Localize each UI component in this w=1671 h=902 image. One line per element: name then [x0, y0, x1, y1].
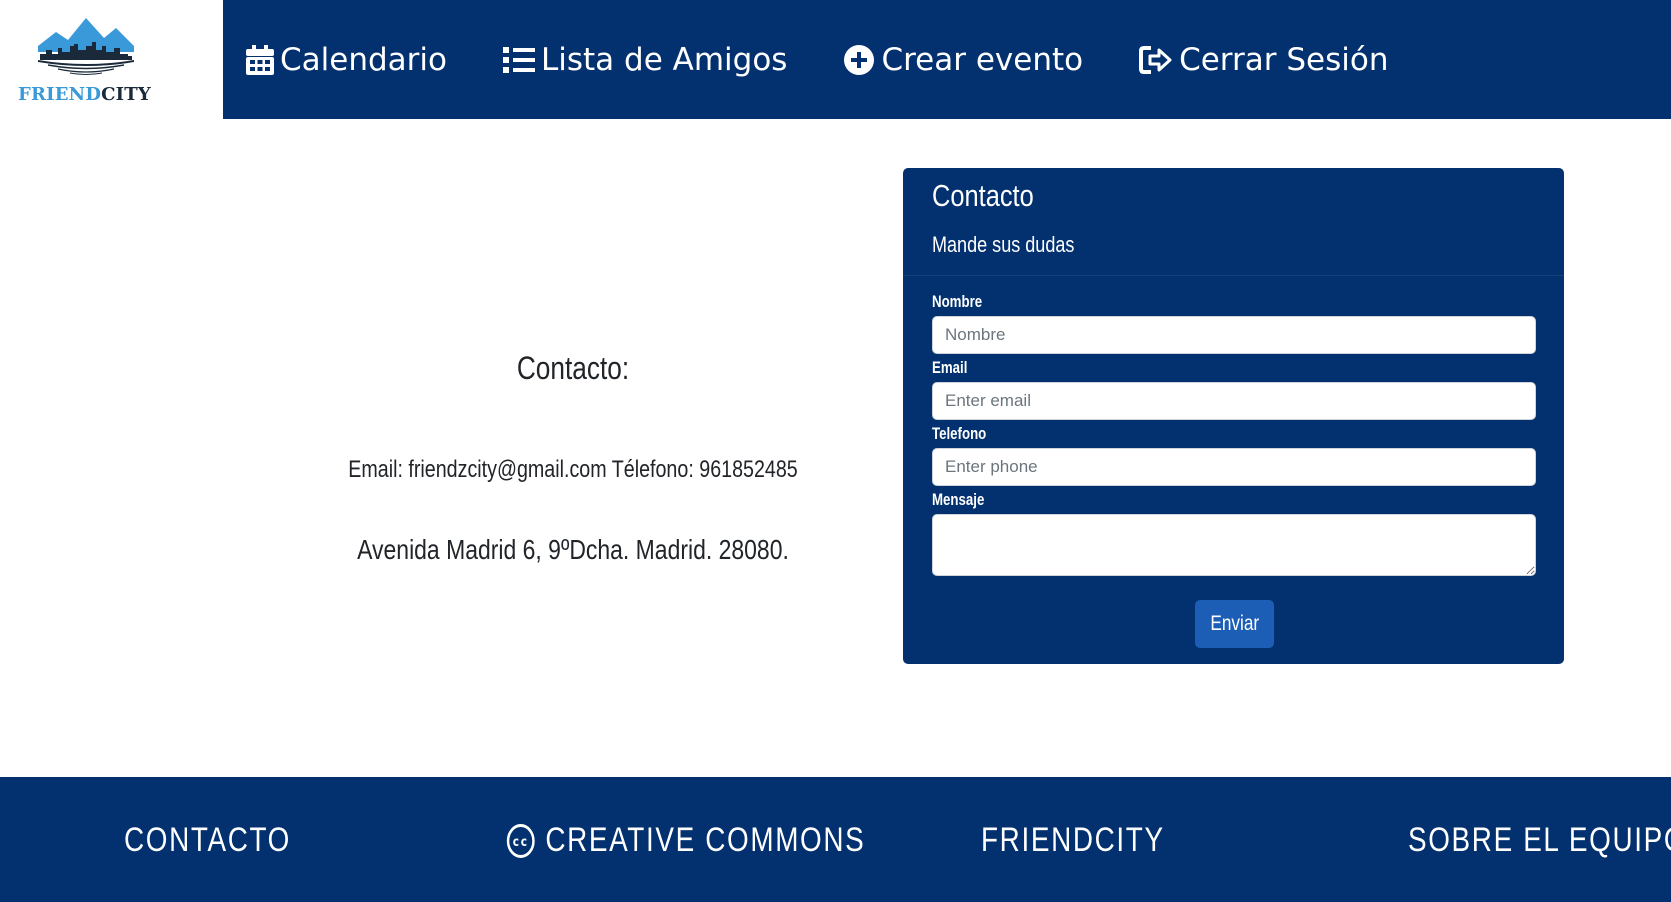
send-button-label: Enviar [1210, 612, 1259, 635]
nav-calendario-label: Calendario [280, 41, 447, 78]
name-label: Nombre [932, 292, 983, 311]
email-input[interactable] [932, 382, 1536, 420]
footer-sobre-equipo-link[interactable]: SOBRE EL EQUIPO [1408, 821, 1671, 860]
sign-out-icon [1139, 45, 1172, 74]
plus-circle-icon [844, 44, 875, 75]
message-label: Mensaje [932, 490, 985, 509]
footer-creative-commons-link[interactable]: cc CREATIVE COMMONS [506, 821, 865, 860]
list-icon [502, 46, 535, 73]
form-title: Contacto [932, 178, 1034, 213]
card-header: Contacto Mande sus dudas [903, 168, 1564, 276]
nav-lista-amigos[interactable]: Lista de Amigos [502, 41, 788, 78]
nav-calendario[interactable]: Calendario [246, 42, 447, 78]
calendar-icon [246, 44, 274, 75]
nav-crear-evento-label: Crear evento [881, 41, 1084, 78]
contact-address: Avenida Madrid 6, 9ºDcha. Madrid. 28080. [357, 534, 789, 565]
nav-cerrar-sesion[interactable]: Cerrar Sesión [1139, 42, 1388, 78]
nav-cerrar-sesion-label: Cerrar Sesión [1179, 41, 1389, 78]
svg-text:cc: cc [513, 833, 529, 848]
footer: CONTACTO cc CREATIVE COMMONS FRIENDCITY … [0, 777, 1671, 902]
form-subtitle: Mande sus dudas [932, 232, 1075, 257]
footer-contacto-link[interactable]: CONTACTO [124, 821, 291, 860]
top-navbar: FRIENDCITY Calendario Lista de Amigos Cr… [0, 0, 1671, 119]
contact-info-title: Contacto: [516, 350, 630, 386]
nav-lista-amigos-label: Lista de Amigos [540, 41, 788, 78]
phone-input[interactable] [932, 448, 1536, 486]
email-label: Email [932, 358, 968, 377]
logo[interactable]: FRIENDCITY [0, 0, 223, 119]
message-textarea[interactable] [932, 514, 1536, 576]
logo-text: FRIENDCITY [18, 84, 151, 105]
nav-menu: Calendario Lista de Amigos Crear evento [246, 0, 1444, 119]
contact-email-phone: Email: friendzcity@gmail.com Télefono: 9… [348, 456, 798, 483]
phone-label: Telefono [932, 424, 987, 443]
name-input[interactable] [932, 316, 1536, 354]
send-button[interactable]: Enviar [1195, 600, 1274, 648]
contact-form-card: Contacto Mande sus dudas Nombre Email Te… [903, 168, 1564, 664]
footer-creative-commons-label: CREATIVE COMMONS [545, 821, 866, 859]
mountain-city-logo-icon [38, 18, 134, 75]
creative-commons-icon: cc [506, 823, 535, 858]
nav-crear-evento[interactable]: Crear evento [843, 42, 1083, 78]
footer-friendcity-link[interactable]: FRIENDCITY [981, 821, 1165, 860]
